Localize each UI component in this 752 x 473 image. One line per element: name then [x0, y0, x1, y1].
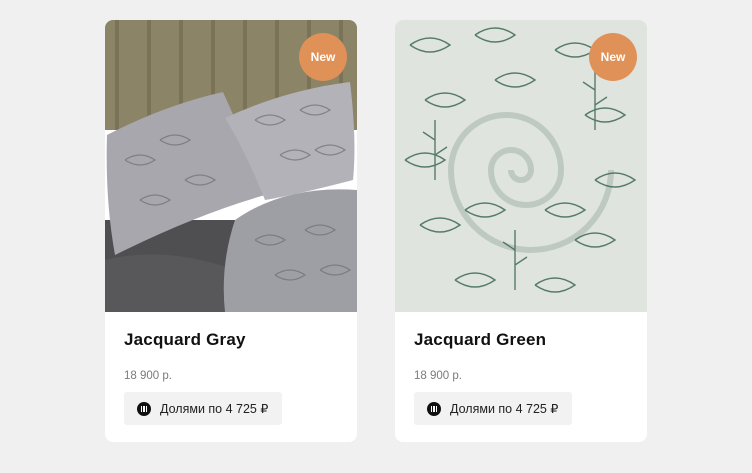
dolyami-icon [137, 401, 151, 416]
product-title[interactable]: Jacquard Green [414, 330, 546, 350]
product-price: 18 900 р. [124, 370, 172, 382]
product-image[interactable]: New [105, 20, 357, 312]
product-title[interactable]: Jacquard Gray [124, 330, 246, 350]
product-price: 18 900 р. [414, 370, 462, 382]
dolyami-icon [427, 401, 441, 416]
new-badge: New [299, 33, 347, 81]
product-card[interactable]: New Jacquard Green 18 900 р. Долями по 4… [395, 20, 647, 442]
new-badge: New [589, 33, 637, 81]
product-card[interactable]: New Jacquard Gray 18 900 р. Долями по 4 … [105, 20, 357, 442]
product-image[interactable]: New [395, 20, 647, 312]
installment-button[interactable]: Долями по 4 725 ₽ [414, 392, 572, 425]
installment-label: Долями по 4 725 ₽ [160, 402, 269, 416]
installment-label: Долями по 4 725 ₽ [450, 402, 559, 416]
installment-button[interactable]: Долями по 4 725 ₽ [124, 392, 282, 425]
